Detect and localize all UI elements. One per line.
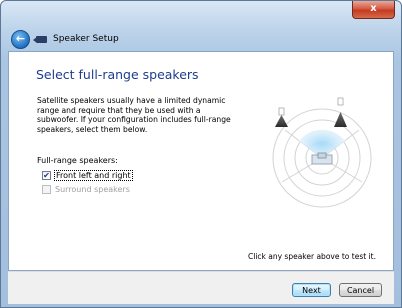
front-right-speaker-icon[interactable] (334, 97, 347, 127)
footer-bar: Next Cancel (8, 271, 394, 304)
next-button[interactable]: Next (292, 283, 331, 297)
content-panel: Select full-range speakers Satellite spe… (8, 51, 394, 271)
speaker-diagram (272, 97, 372, 208)
back-arrow-icon[interactable]: ← (11, 30, 30, 49)
title-bar: x (1, 1, 401, 21)
speaker-icon (33, 36, 47, 43)
cancel-button[interactable]: Cancel (339, 283, 382, 297)
speaker-setup-window: x ← Speaker Setup Select full-range spea… (0, 0, 402, 308)
close-button[interactable]: x (352, 1, 395, 19)
listener-icon (311, 152, 333, 165)
window-title: Speaker Setup (53, 34, 119, 44)
front-left-speaker-icon[interactable] (275, 107, 288, 127)
test-hint-text: Click any speaker above to test it. (248, 252, 376, 261)
navigation-bar: ← Speaker Setup (8, 29, 394, 51)
